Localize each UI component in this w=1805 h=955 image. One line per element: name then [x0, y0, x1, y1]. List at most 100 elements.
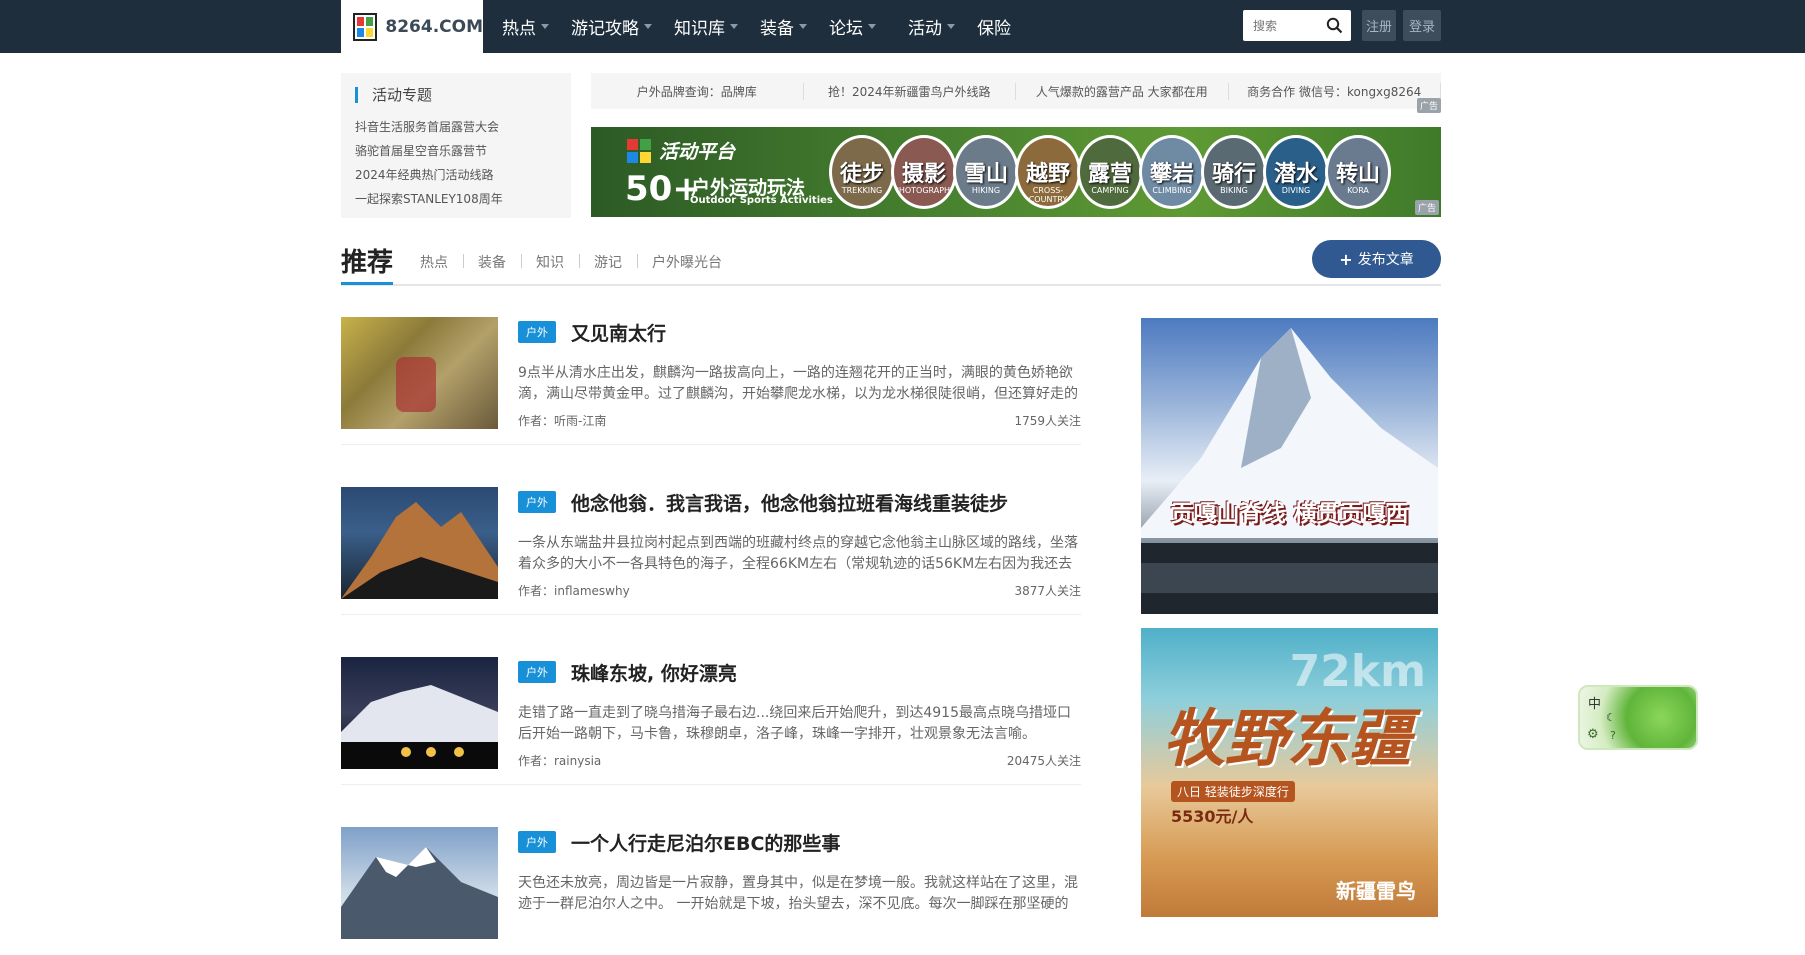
nav-label: 游记攻略 [571, 19, 639, 39]
category-badge: 户外 [518, 321, 556, 343]
tab-recommend[interactable]: 推荐 [341, 242, 393, 279]
circle-sub: HIKING [971, 186, 1001, 195]
banner-circle-camping[interactable]: 露营 CAMPING [1077, 135, 1143, 209]
nav-item-hot[interactable]: 热点 [502, 14, 549, 39]
ad-headline: 牧野东疆 [1163, 702, 1412, 775]
gear-icon[interactable]: ⚙ [1587, 727, 1599, 742]
divider [463, 254, 464, 268]
circle-label: 徒步 [839, 162, 884, 187]
divider [521, 254, 522, 268]
banner-circle-snow[interactable]: 雪山 HIKING [953, 135, 1019, 209]
nav-item-gear[interactable]: 装备 [760, 14, 807, 39]
ad-headline: 贡嘎山脊线 横贯贡嘎西 [1170, 501, 1409, 527]
banner-logo-icon [627, 139, 651, 163]
circle-sub: KORA [1347, 186, 1369, 195]
banner-circle-kora[interactable]: 转山 KORA [1325, 135, 1391, 209]
activity-link[interactable]: 2024年经典热门活动线路 [355, 163, 557, 187]
activity-link[interactable]: 骆驼首届星空音乐露营节 [355, 139, 557, 163]
mountain-graphic [341, 685, 498, 769]
logo-text: 8264.COM [385, 16, 483, 37]
chevron-down-icon [947, 24, 955, 29]
floating-widget[interactable]: 中 ☾ ⚙ ? [1578, 685, 1698, 750]
follow-count: 1759人关注 [1014, 414, 1081, 428]
article-item[interactable]: 户外 他念他翁．我言我语，他念他翁拉班看海线重装徒步 一条从东端盐井县拉岗村起点… [341, 465, 1081, 615]
banner-circle-diving[interactable]: 潜水 DIVING [1263, 135, 1329, 209]
nav-item-knowledge[interactable]: 知识库 [674, 14, 738, 39]
article-thumbnail[interactable] [341, 487, 498, 599]
nav-label: 论坛 [829, 19, 863, 39]
recommend-tabs: 推荐 热点 装备 知识 游记 户外曝光台 + 发布文章 [341, 240, 1441, 286]
top-navbar: 8264.COM 热点 游记攻略 知识库 装备 论坛 活动 保险 注册 登录 [0, 0, 1805, 53]
article-title[interactable]: 一个人行走尼泊尔EBC的那些事 [571, 829, 840, 856]
circle-sub: PHOTOGRAPHY [894, 186, 955, 195]
circle-label: 转山 [1335, 162, 1380, 187]
activity-banner[interactable]: 活动平台 50+ 户外运动玩法 Outdoor Sports Activitie… [591, 127, 1441, 217]
category-badge: 户外 [518, 831, 556, 853]
publish-article-button[interactable]: + 发布文章 [1312, 240, 1441, 278]
banner-title: 活动平台 [659, 141, 736, 163]
nav-label: 装备 [760, 19, 794, 39]
article-item[interactable]: 户外 又见南太行 9点半从清水庄出发，麒麟沟一路拔高向上，一路的连翘花开的正当时… [341, 295, 1081, 445]
circle-sub: TREKKING [841, 186, 883, 195]
article-author[interactable]: 作者：听雨-江南 [518, 412, 606, 429]
nav-item-forum[interactable]: 论坛 [829, 14, 876, 39]
banner-circle-biking[interactable]: 骑行 BIKING [1201, 135, 1267, 209]
article-summary: 9点半从清水庄出发，麒麟沟一路拔高向上，一路的连翘花开的正当时，满眼的黄色娇艳欲… [518, 365, 1078, 402]
snow-mountain-graphic [1141, 328, 1438, 614]
article-thumbnail[interactable] [341, 657, 498, 769]
search-input[interactable] [1253, 18, 1323, 33]
ad-link[interactable]: 户外品牌查询：品牌库 [591, 82, 804, 100]
banner-circle-trekking[interactable]: 徒步 TREKKING [829, 135, 895, 209]
publish-label: 发布文章 [1357, 252, 1414, 268]
tab-hot[interactable]: 热点 [420, 252, 448, 272]
ad-link[interactable]: 人气爆款的露营产品 大家都在用 [1016, 82, 1229, 100]
ad-tagline: 八日 轻装徒步深度行 [1171, 781, 1295, 802]
active-tab-indicator [341, 282, 393, 285]
nav-label: 知识库 [674, 19, 725, 39]
ad-link[interactable]: 商务合作 微信号：kongxg8264 [1229, 82, 1441, 100]
banner-circle-offroad[interactable]: 越野 CROSS-COUNTRY [1015, 135, 1081, 209]
main-nav: 热点 游记攻略 知识库 装备 论坛 活动 保险 [502, 0, 1033, 53]
login-button[interactable]: 登录 [1403, 10, 1441, 41]
tab-gear[interactable]: 装备 [478, 252, 506, 272]
tab-travel[interactable]: 游记 [594, 252, 622, 272]
chevron-down-icon [730, 24, 738, 29]
circle-label: 摄影 [901, 162, 946, 187]
tab-exposure[interactable]: 户外曝光台 [652, 252, 722, 272]
circle-label: 骑行 [1211, 162, 1256, 187]
article-item[interactable]: 户外 一个人行走尼泊尔EBC的那些事 天色还未放亮，周边皆是一片寂静，置身其中，… [341, 805, 1081, 955]
circle-label: 攀岩 [1149, 162, 1194, 187]
circle-sub: CLIMBING [1152, 186, 1192, 195]
article-thumbnail[interactable] [341, 317, 498, 429]
widget-label: 中 [1588, 697, 1602, 712]
nav-item-insurance[interactable]: 保险 [977, 14, 1011, 39]
nav-item-travel[interactable]: 游记攻略 [571, 14, 652, 39]
article-title[interactable]: 又见南太行 [571, 319, 666, 346]
activity-link[interactable]: 一起探索STANLEY108周年 [355, 187, 557, 211]
right-ad-gongga[interactable]: 贡嘎山脊线 横贯贡嘎西 [1141, 318, 1438, 614]
ad-brand: 新疆雷鸟 [1336, 879, 1416, 903]
register-button[interactable]: 注册 [1362, 10, 1396, 41]
nav-item-activity[interactable]: 活动 [908, 14, 955, 39]
hikers-figure [396, 357, 436, 412]
chevron-down-icon [541, 24, 549, 29]
banner-english: Outdoor Sports Activities [690, 195, 833, 206]
article-title[interactable]: 珠峰东坡, 你好漂亮 [571, 659, 737, 686]
plus-icon: + [1339, 249, 1353, 269]
tab-knowledge[interactable]: 知识 [536, 252, 564, 272]
banner-circle-climbing[interactable]: 攀岩 CLIMBING [1139, 135, 1205, 209]
banner-circle-photo[interactable]: 摄影 PHOTOGRAPHY [891, 135, 957, 209]
ad-link[interactable]: 抢！2024年新疆雷鸟户外线路 [804, 82, 1016, 100]
article-author[interactable]: 作者：inflameswhy [518, 582, 630, 599]
site-logo[interactable]: 8264.COM [341, 0, 483, 53]
help-icon[interactable]: ? [1610, 729, 1616, 742]
article-thumbnail[interactable] [341, 827, 498, 939]
article-title[interactable]: 他念他翁．我言我语，他念他翁拉班看海线重装徒步 [571, 489, 1008, 516]
circle-sub: CROSS-COUNTRY [1028, 186, 1068, 204]
search-icon[interactable] [1326, 17, 1343, 34]
divider [579, 254, 580, 268]
right-ad-dongjiang[interactable]: 72km 牧野东疆 八日 轻装徒步深度行 5530元/人 新疆雷鸟 [1141, 628, 1438, 917]
article-author[interactable]: 作者：rainysia [518, 752, 601, 769]
article-item[interactable]: 户外 珠峰东坡, 你好漂亮 走错了路一直走到了晓乌措海子最右边...绕回来后开始… [341, 635, 1081, 785]
activity-link[interactable]: 抖音生活服务首届露营大会 [355, 115, 557, 139]
